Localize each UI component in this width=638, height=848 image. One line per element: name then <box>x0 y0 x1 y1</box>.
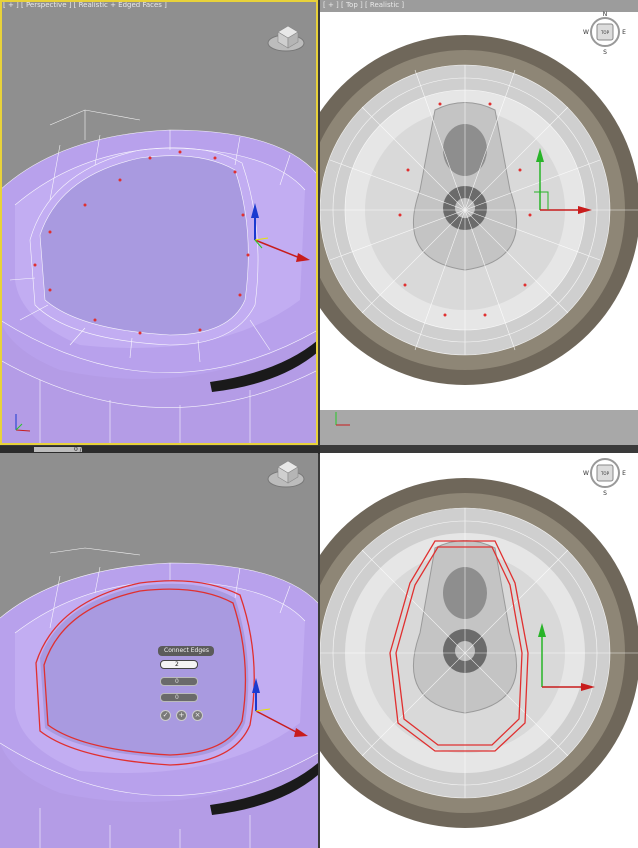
svg-text:W: W <box>583 29 589 36</box>
pinch-spinner[interactable]: 0 <box>160 677 198 686</box>
svg-text:N: N <box>603 11 608 18</box>
viewport-label-perspective[interactable]: [ + ] [ Perspective ] [ Realistic + Edge… <box>3 1 167 9</box>
svg-text:S: S <box>603 490 607 497</box>
apply-button[interactable]: + <box>176 710 187 721</box>
svg-text:E: E <box>622 29 626 36</box>
slide-spinner[interactable]: 0 <box>160 693 198 702</box>
svg-text:E: E <box>622 470 626 477</box>
svg-text:S: S <box>603 49 607 56</box>
perspective-scene <box>0 25 318 445</box>
top-scene: TOP N S E W <box>320 0 638 445</box>
perspective-viewport-top[interactable]: [ + ] [ Perspective ] [ Realistic + Edge… <box>0 0 318 445</box>
cancel-button[interactable]: × <box>192 710 203 721</box>
svg-text:TOP: TOP <box>600 30 610 35</box>
top-scene-2: TOP S E W <box>320 458 638 828</box>
svg-text:W: W <box>583 470 589 477</box>
top-viewport-bottom[interactable]: TOP S E W <box>320 453 638 848</box>
viewport-label-top[interactable]: [ + ] [ Top ] [ Realistic ] <box>323 1 404 9</box>
viewcube-compass-icon-2: TOP S E W <box>583 458 626 497</box>
viewcube-compass-icon: TOP N S E W <box>583 11 626 56</box>
time-slider[interactable]: 0 / 100 <box>34 446 85 460</box>
x-icon: × <box>194 711 201 719</box>
top-viewport-top[interactable]: TOP N S E W [ + ] [ Top ] [ Realistic ] <box>320 0 638 445</box>
svg-text:TOP: TOP <box>600 471 610 476</box>
viewcube-icon <box>267 25 305 52</box>
segments-spinner[interactable]: 2 <box>160 660 198 669</box>
check-icon: ✓ <box>162 711 169 719</box>
ok-button[interactable]: ✓ <box>160 710 171 721</box>
caddy-title: Connect Edges <box>158 646 214 656</box>
plus-icon: + <box>178 711 185 719</box>
viewcube-icon-bottom <box>267 460 305 488</box>
